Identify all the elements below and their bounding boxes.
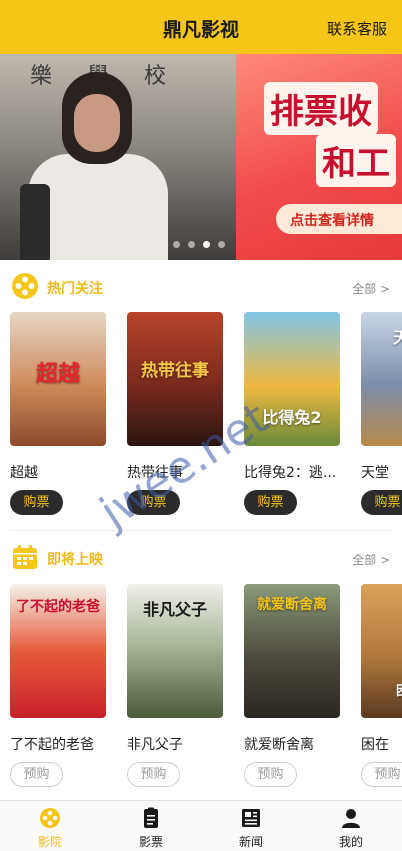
banner-slide-promo[interactable]: 排票收 和工 点击查看详情 [236, 54, 402, 260]
buy-ticket-button[interactable]: 购票 [361, 490, 402, 515]
hot-section-title: 热门关注 [47, 281, 103, 297]
carousel-dot-active[interactable] [203, 241, 210, 248]
user-icon [342, 809, 360, 828]
movie-poster[interactable]: 比得兔2 [244, 312, 340, 446]
presale-button[interactable]: 预购 [10, 762, 63, 787]
upcoming-see-all-link[interactable]: 全部 > [352, 551, 390, 568]
carousel-dots [173, 241, 225, 248]
banner-person-bag [20, 184, 50, 260]
poster-title: 困在 [361, 680, 402, 699]
upcoming-movie-list[interactable]: 了不起的老爸 了不起的老爸 预购 非凡父子 非凡父子 预购 就爱断舍离 就爱断舍… [10, 584, 402, 794]
movie-name[interactable]: 了不起的老爸 [10, 734, 120, 754]
poster-title: 非凡父子 [142, 600, 207, 619]
carousel-dot[interactable] [173, 241, 180, 248]
presale-button[interactable]: 预购 [127, 762, 180, 787]
presale-button[interactable]: 预购 [244, 762, 297, 787]
movie-poster[interactable]: 超越 [10, 312, 106, 446]
tab-profile[interactable]: 我的 [321, 801, 381, 851]
poster-title: 了不起的老爸 [16, 599, 100, 615]
poster-title: 天堂 [392, 328, 402, 347]
movie-name[interactable]: 非凡父子 [127, 734, 237, 754]
tab-cinema[interactable]: 影院 [20, 801, 80, 851]
tab-label: 影院 [37, 835, 62, 849]
presale-button[interactable]: 预购 [361, 762, 402, 787]
tab-news[interactable]: 新闻 [221, 801, 281, 851]
movie-poster[interactable]: 非凡父子 [127, 584, 223, 718]
hot-movie-list[interactable]: 超越 超越 购票 热带往事 热带往事 购票 比得兔2 比得兔2：逃... 购票 … [10, 312, 402, 522]
movie-name[interactable]: 比得兔2：逃... [244, 462, 354, 482]
tab-label: 我的 [338, 835, 363, 849]
banner-slide-movie-still[interactable]: 樂 學 校 [0, 54, 236, 260]
movie-poster[interactable]: 天堂 [361, 312, 402, 446]
tab-tickets[interactable]: 影票 [121, 801, 181, 851]
movie-poster[interactable]: 热带往事 [127, 312, 223, 446]
promo-cta-button[interactable]: 点击查看详情 [276, 204, 402, 234]
buy-ticket-button[interactable]: 购票 [127, 490, 180, 515]
tab-label: 影票 [138, 835, 163, 849]
movie-name[interactable]: 超越 [10, 462, 120, 482]
film-reel-icon [40, 808, 60, 828]
movie-poster[interactable]: 困在 [361, 584, 402, 718]
promo-headline-2: 和工 [316, 134, 396, 187]
newspaper-icon [242, 809, 260, 827]
poster-title: 比得兔2 [262, 408, 322, 427]
hot-section-header: 热门关注 全部 > [0, 262, 402, 312]
banner-carousel[interactable]: 樂 學 校 排票收 和工 点击查看详情 [0, 54, 402, 260]
calendar-icon [13, 545, 37, 569]
promo-headline-1: 排票收 [264, 82, 378, 135]
movie-poster[interactable]: 了不起的老爸 [10, 584, 106, 718]
movie-name[interactable]: 困在 [361, 734, 402, 754]
upcoming-section-title: 即将上映 [47, 552, 103, 568]
movie-poster[interactable]: 就爱断舍离 [244, 584, 340, 718]
app-header: 鼎凡影视 联系客服 [0, 0, 402, 54]
film-reel-icon [12, 273, 38, 299]
poster-title: 就爱断舍离 [257, 597, 327, 613]
upcoming-section-header: 即将上映 全部 > [0, 533, 402, 583]
buy-ticket-button[interactable]: 购票 [244, 490, 297, 515]
tab-label: 新闻 [238, 835, 263, 849]
movie-name[interactable]: 热带往事 [127, 462, 237, 482]
movie-name[interactable]: 天堂 [361, 462, 402, 482]
bottom-tab-bar: 影院 影票 新闻 我的 [0, 800, 402, 851]
buy-ticket-button[interactable]: 购票 [10, 490, 63, 515]
section-divider [10, 530, 392, 531]
banner-person-face [74, 94, 120, 152]
movie-name[interactable]: 就爱断舍离 [244, 734, 354, 754]
hot-see-all-link[interactable]: 全部 > [352, 280, 390, 297]
carousel-dot[interactable] [188, 241, 195, 248]
poster-title: 热带往事 [141, 361, 209, 381]
ticket-icon [144, 807, 158, 828]
carousel-dot[interactable] [218, 241, 225, 248]
poster-title: 超越 [35, 362, 80, 387]
contact-service-link[interactable]: 联系客服 [327, 18, 387, 39]
